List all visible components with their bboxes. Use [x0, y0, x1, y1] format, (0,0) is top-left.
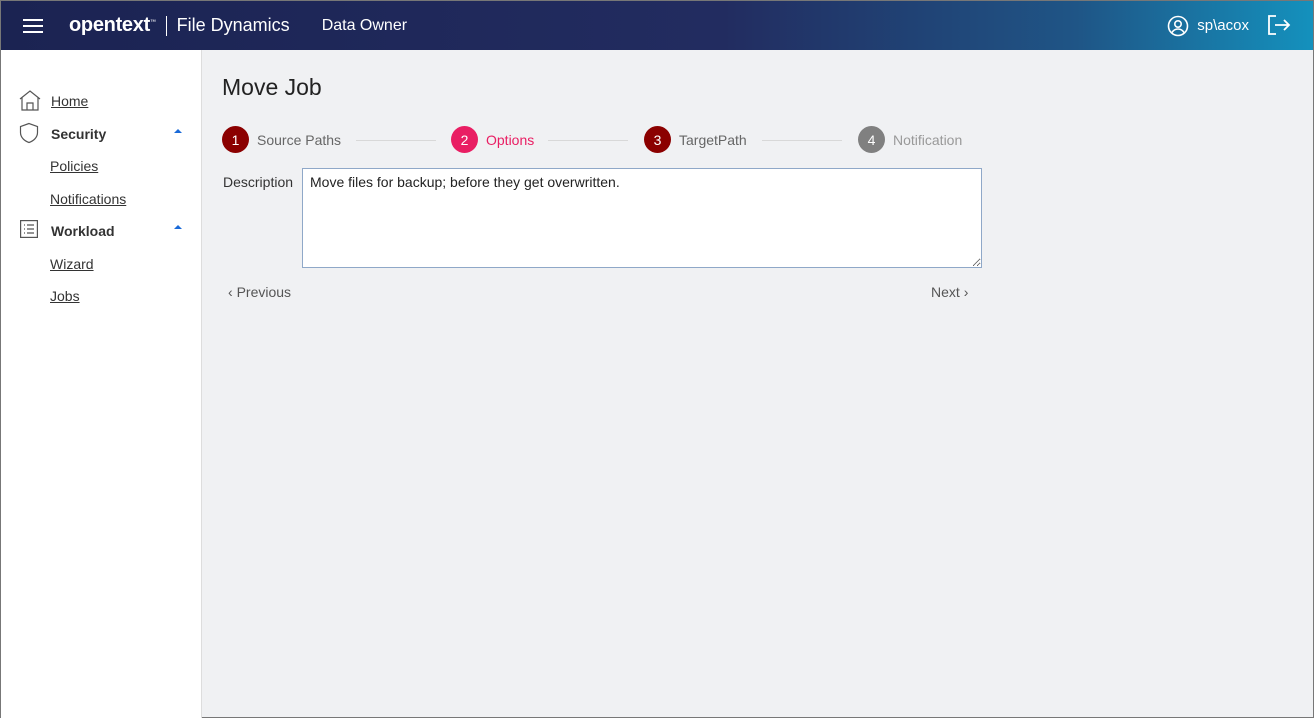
logo-text: opentext	[69, 14, 150, 36]
sidebar: Home Security Policies Notifications Wor…	[1, 50, 202, 718]
step-target-path[interactable]: 3 TargetPath	[644, 126, 747, 153]
page-title: Move Job	[222, 74, 322, 100]
list-icon	[20, 220, 38, 238]
step-options[interactable]: 2 Options	[451, 126, 534, 153]
user-menu[interactable]: sp\acox	[1167, 15, 1249, 37]
step-label: TargetPath	[679, 131, 747, 148]
step-connector	[548, 140, 628, 141]
collapse-caret-icon[interactable]	[174, 225, 182, 229]
previous-button[interactable]: ‹ Previous	[228, 284, 291, 300]
sidebar-section-security[interactable]: Security	[51, 126, 106, 142]
previous-label: Previous	[236, 284, 292, 300]
hamburger-menu-icon[interactable]	[23, 15, 43, 37]
next-button[interactable]: Next ›	[931, 284, 968, 300]
chevron-right-icon: ›	[963, 284, 969, 300]
sidebar-item-notifications[interactable]: Notifications	[50, 191, 126, 207]
sidebar-item-policies[interactable]: Policies	[50, 158, 98, 174]
sidebar-item-wizard[interactable]: Wizard	[50, 256, 94, 272]
collapse-caret-icon[interactable]	[174, 129, 182, 133]
step-number: 2	[451, 126, 478, 153]
top-bar: opentext™ File Dynamics Data Owner sp\ac…	[1, 1, 1313, 50]
step-connector	[356, 140, 436, 141]
role-label: Data Owner	[321, 16, 408, 34]
step-label: Source Paths	[257, 131, 342, 148]
step-label: Options	[486, 131, 535, 148]
opentext-logo: opentext™	[69, 14, 156, 36]
step-number: 1	[222, 126, 249, 153]
sidebar-item-jobs[interactable]: Jobs	[50, 288, 80, 304]
user-circle-icon	[1167, 15, 1189, 36]
divider	[165, 15, 167, 36]
description-label: Description	[223, 174, 294, 190]
chevron-left-icon: ‹	[228, 284, 233, 300]
home-icon	[19, 90, 41, 111]
step-source-paths[interactable]: 1 Source Paths	[222, 126, 341, 153]
step-label: Notification	[893, 131, 963, 148]
logout-icon[interactable]	[1267, 14, 1291, 36]
product-name: File Dynamics	[176, 15, 290, 35]
next-label: Next	[931, 284, 960, 300]
sidebar-section-workload[interactable]: Workload	[51, 223, 115, 239]
description-field[interactable]: Move files for backup; before they get o…	[302, 168, 982, 268]
username: sp\acox	[1197, 17, 1249, 34]
step-number: 3	[644, 126, 671, 153]
step-connector	[762, 140, 842, 141]
shield-icon	[19, 122, 39, 144]
sidebar-item-home[interactable]: Home	[51, 93, 88, 109]
step-notification[interactable]: 4 Notification	[858, 126, 962, 153]
step-number: 4	[858, 126, 885, 153]
